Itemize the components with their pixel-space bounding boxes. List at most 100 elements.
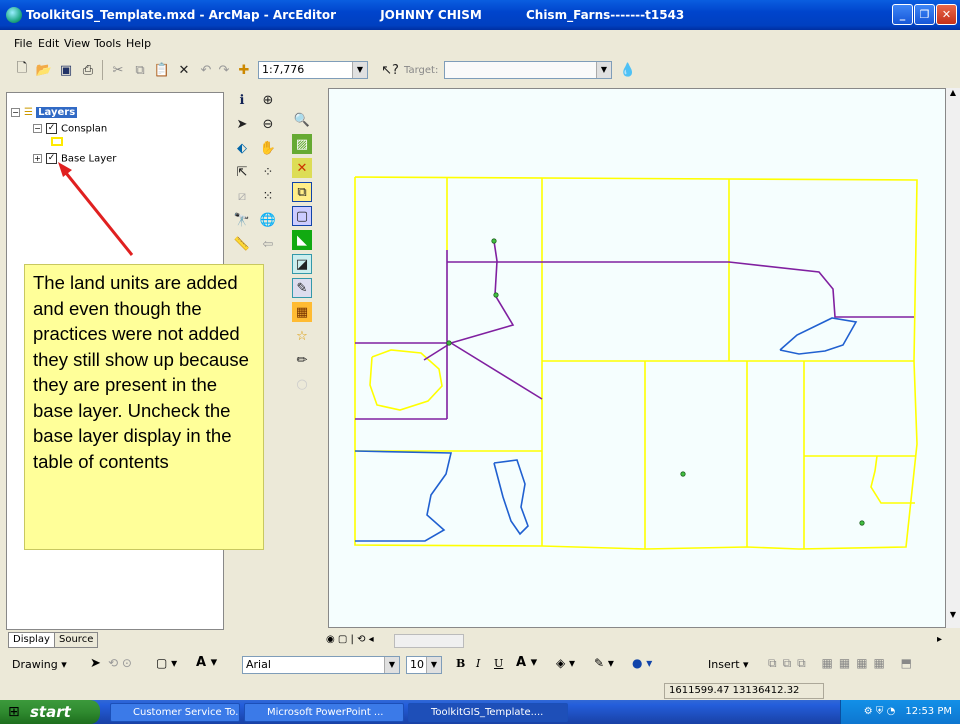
fixed-zoom-in-icon[interactable]: ⁘ — [258, 162, 278, 182]
status-bar: 1611599.47 13136412.32 Feet — [0, 682, 960, 710]
minimize-button[interactable]: _ — [892, 4, 913, 25]
field-boundaries — [354, 176, 918, 550]
collapse-icon[interactable]: − — [11, 107, 20, 117]
map-horizontal-scrollbar[interactable]: ◉ ▢ | ⟲ ◂ ▸ — [322, 632, 946, 650]
menu-file[interactable]: File — [14, 37, 32, 50]
title-user: JOHNNY CHISM — [380, 8, 482, 22]
line-color-icon[interactable]: ✎ ▾ — [594, 656, 614, 670]
editor-icon[interactable]: 💧 — [618, 60, 638, 80]
zoom-out-icon[interactable]: ⊖ — [258, 114, 278, 134]
fixed-zoom-out-icon[interactable]: ⁙ — [258, 186, 278, 206]
layer-consplan[interactable]: − ✓ Consplan — [33, 123, 107, 135]
pencil-icon[interactable]: ✏ — [292, 350, 312, 370]
tab-display[interactable]: Display — [8, 632, 55, 648]
cut-icon[interactable]: ✂ — [108, 60, 128, 80]
map-tool-icon[interactable]: ◪ — [292, 254, 312, 274]
full-extent-icon[interactable]: 🌐 — [258, 210, 278, 230]
circle-tool-icon[interactable]: ○ — [292, 374, 312, 394]
measure-icon[interactable]: 📏 — [232, 234, 252, 254]
collapse-icon[interactable]: − — [33, 124, 42, 133]
copy-icon[interactable]: ⧉ — [130, 60, 150, 80]
font-size-combo[interactable]: 10 ▼ — [406, 656, 442, 674]
insert-menu[interactable]: Insert ▾ — [708, 658, 749, 671]
scale-combo[interactable]: 1:7,776 ▼ — [258, 61, 368, 79]
fill-color-icon[interactable]: ◈ ▾ — [556, 656, 575, 670]
print-icon[interactable]: ⎙ — [78, 60, 98, 80]
layers-root[interactable]: − ☰ Layers — [11, 107, 78, 118]
water-polygons — [354, 317, 858, 542]
copy-landunits-icon[interactable]: ⧉ — [292, 182, 312, 202]
text-tool-icon[interactable]: A ▾ — [196, 655, 217, 670]
map-vertical-scrollbar[interactable]: ▲ ▼ — [946, 88, 960, 628]
standard-toolbar: 🗋 📂 ▣ ⎙ ✂ ⧉ 📋 ✕ ↶ ↷ ✚ 1:7,776 ▼ ↖? Target… — [0, 56, 960, 84]
font-combo[interactable]: Arial ▼ — [242, 656, 400, 674]
task-powerpoint[interactable]: Microsoft PowerPoint ... — [244, 703, 404, 722]
edit-tool-icon[interactable]: ✎ — [292, 278, 312, 298]
delete-icon[interactable]: ✕ — [174, 60, 194, 80]
drawing-menu[interactable]: Drawing ▾ — [12, 658, 67, 671]
undo-icon[interactable]: ↶ — [196, 60, 216, 80]
menu-edit[interactable]: Edit — [38, 37, 59, 50]
select-elements-pointer-icon[interactable]: ➤ — [90, 656, 101, 671]
zoom-in-icon[interactable]: ⊕ — [258, 90, 278, 110]
calculator-icon[interactable]: ▦ — [292, 302, 312, 322]
menu-tools[interactable]: Tools — [94, 37, 121, 50]
toolkit-toolbar: 🔍 ▨ ✕ ⧉ ▢ ◣ ◪ ✎ ▦ ☆ ✏ ○ — [290, 90, 316, 420]
save-icon[interactable]: ▣ — [56, 60, 76, 80]
menu-help[interactable]: Help — [126, 37, 151, 50]
menu-view[interactable]: View — [64, 37, 90, 50]
pan-icon[interactable]: ✋ — [258, 138, 278, 158]
find-feature-icon[interactable]: 🔍 — [292, 110, 312, 130]
layout-tools-icons[interactable]: ⧉⧉⧉ ▦▦▦▦ ⬒ — [768, 656, 918, 671]
italic-button[interactable]: I — [476, 657, 480, 670]
select-pointer-icon[interactable]: ➤ — [232, 114, 252, 134]
arcmap-app-icon — [6, 7, 22, 23]
select-elements-icon[interactable]: ⇱ — [232, 162, 252, 182]
expand-icon[interactable]: + — [33, 154, 42, 163]
new-icon[interactable]: 🗋 — [12, 60, 32, 80]
target-combo[interactable]: ▼ — [444, 61, 612, 79]
practice-line-icon[interactable]: ✕ — [292, 158, 312, 178]
tray-icons[interactable]: ⚙ ⛨ ◔ — [864, 706, 896, 717]
layers-icon: ☰ — [24, 107, 33, 118]
bold-button[interactable]: B — [456, 657, 465, 670]
add-data-icon[interactable]: ✚ — [234, 60, 254, 80]
identify-icon[interactable]: ℹ — [232, 90, 252, 110]
star-tool-icon[interactable]: ☆ — [292, 326, 312, 346]
clear-selection-icon[interactable]: ⧄ — [232, 186, 252, 206]
rotate-icon[interactable]: ⟲ ⊙ — [108, 656, 132, 670]
rectangle-tool-icon[interactable]: ▢ ▾ — [156, 656, 177, 670]
redo-icon[interactable]: ↷ — [214, 60, 234, 80]
draw-toolbar: Drawing ▾ ➤ ⟲ ⊙ ▢ ▾ A ▾ Arial ▼ 10 ▼ B I U… — [0, 652, 960, 678]
scroll-up-icon[interactable]: ▲ — [946, 88, 960, 102]
instruction-callout: The land units are added and even though… — [24, 264, 264, 550]
landunit-icon[interactable]: ▨ — [292, 134, 312, 154]
open-icon[interactable]: 📂 — [34, 60, 54, 80]
point-features — [446, 238, 865, 526]
green-tool-icon[interactable]: ◣ — [292, 230, 312, 250]
callout-arrow — [58, 162, 134, 256]
scroll-down-icon[interactable]: ▼ — [946, 610, 960, 624]
task-arcmap[interactable]: ToolkitGIS_Template.... — [408, 703, 568, 722]
whats-this-icon[interactable]: ↖? — [380, 60, 400, 80]
taskbar: start ⊞ Customer Service To... Microsoft… — [0, 700, 960, 724]
box-select-icon[interactable]: ▢ — [292, 206, 312, 226]
font-color-icon[interactable]: A ▾ — [516, 655, 537, 670]
scroll-right-icon[interactable]: ▸ — [937, 634, 942, 645]
underline-button[interactable]: U — [494, 657, 503, 670]
find-icon[interactable]: 🔭 — [232, 210, 252, 230]
paste-icon[interactable]: 📋 — [152, 60, 172, 80]
map-canvas — [354, 176, 918, 550]
layers-label: Layers — [36, 107, 78, 118]
data-view-icon[interactable]: ◉ ▢ | ⟲ ◂ — [326, 634, 374, 645]
select-features-icon[interactable]: ⬖ — [232, 138, 252, 158]
close-button[interactable]: ✕ — [936, 4, 957, 25]
go-back-icon[interactable]: ⇦ — [258, 234, 278, 254]
tab-source[interactable]: Source — [54, 632, 99, 648]
scroll-thumb[interactable] — [394, 634, 464, 648]
task-customer-service[interactable]: Customer Service To... — [110, 703, 240, 722]
restore-button[interactable]: ❐ — [914, 4, 935, 25]
marker-color-icon[interactable]: ● ▾ — [632, 656, 652, 670]
map-display[interactable] — [328, 88, 946, 628]
consplan-checkbox[interactable]: ✓ — [46, 123, 57, 134]
